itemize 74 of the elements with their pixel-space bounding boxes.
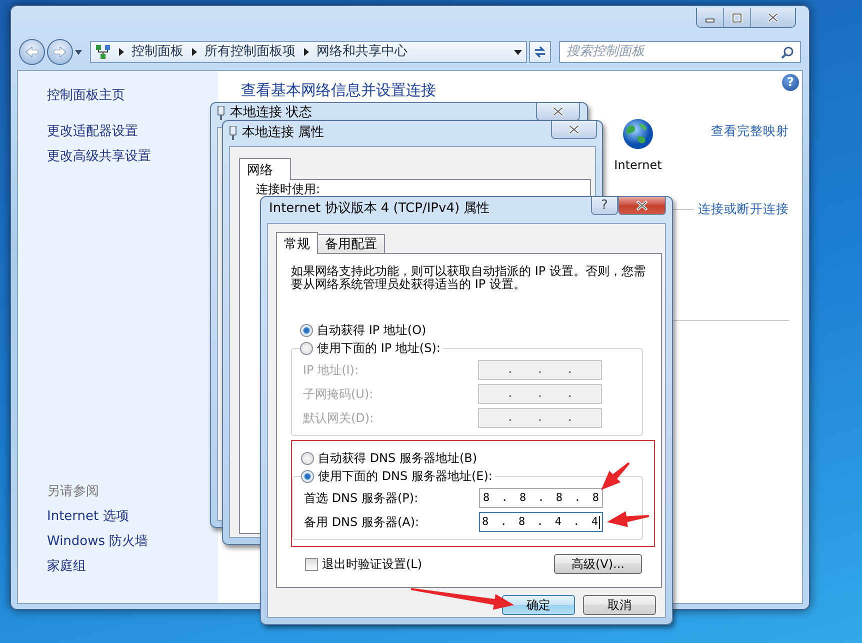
caret-icon	[74, 50, 82, 54]
field-label: IP 地址(I):	[303, 362, 360, 379]
forward-button[interactable]	[46, 39, 73, 65]
sidebar-link[interactable]: 更改适配器设置	[47, 122, 138, 142]
breadcrumb-item[interactable]: 网络和共享中心	[316, 42, 408, 62]
ip-address-field: . . .	[478, 384, 602, 404]
radio-option[interactable]: 使用下面的 DNS 服务器地址(E):	[301, 467, 496, 485]
close-button[interactable]	[751, 8, 795, 27]
ip-address-field[interactable]: 8 . 8 . 8 . 8	[479, 488, 603, 508]
refresh-icon	[533, 45, 548, 59]
cancel-button[interactable]: 取消	[583, 595, 656, 615]
search-icon	[781, 46, 794, 58]
sidebar-link[interactable]: 家庭组	[47, 557, 86, 577]
annotation-arrow	[607, 511, 650, 528]
field-label: 备用 DNS 服务器(A):	[304, 514, 420, 531]
chevron-icon	[304, 48, 309, 56]
close-button[interactable]	[618, 197, 666, 215]
back-button[interactable]	[19, 39, 45, 65]
search-input[interactable]: 搜索控制面板	[566, 42, 782, 62]
maximize-button[interactable]	[724, 8, 751, 27]
globe-icon	[622, 118, 654, 150]
adapter-icon	[229, 126, 237, 140]
close-button[interactable]	[536, 103, 580, 121]
ok-button[interactable]: 确定	[502, 595, 575, 615]
window-title: 本地连接 状态	[230, 104, 312, 122]
breadcrumb-item[interactable]: 控制面板	[132, 42, 184, 62]
help-button[interactable]: ?	[591, 197, 618, 215]
connect-link[interactable]: 连接或断开连接	[698, 200, 789, 219]
close-icon	[551, 105, 565, 118]
field-label: 首选 DNS 服务器(P):	[304, 490, 420, 507]
chevron-icon	[192, 48, 197, 56]
back-arrow-icon	[24, 46, 39, 58]
text-cursor	[599, 516, 600, 528]
network-icon	[94, 44, 111, 60]
sidebar-link[interactable]: 更改高级共享设置	[47, 147, 151, 167]
tab[interactable]: 备用配置	[317, 234, 385, 253]
checkbox[interactable]: 退出时验证设置(L)	[305, 555, 422, 573]
sidebar-link[interactable]: 控制面板主页	[47, 86, 125, 106]
node-label: Internet	[614, 157, 662, 174]
close-icon	[766, 11, 780, 24]
ip-address-field: . . .	[478, 408, 602, 428]
close-icon	[635, 199, 649, 212]
sidebar-link[interactable]: Windows 防火墙	[47, 532, 148, 552]
page-heading: 查看基本网络信息并设置连接	[241, 81, 436, 99]
field-label: 子网掩码(U):	[303, 386, 374, 403]
annotation-arrow	[601, 462, 630, 490]
map-link[interactable]: 查看完整映射	[711, 122, 789, 141]
maximize-icon	[731, 12, 743, 22]
sidebar-link[interactable]: Internet 选项	[47, 507, 129, 527]
field-label: 连接时使用:	[256, 183, 322, 196]
section-label: 另请参阅	[47, 483, 99, 501]
radio-option[interactable]: 使用下面的 IP 地址(S):	[300, 339, 444, 357]
close-button[interactable]	[551, 121, 597, 139]
intro-text: 如果网络支持此功能，则可以获取自动指派的 IP 设置。否则，您需要从网络系统管理员处获得适当的 IP 设置。	[291, 265, 646, 291]
dropdown-icon	[514, 50, 522, 54]
refresh-button[interactable]	[529, 41, 552, 63]
radio-option[interactable]: 自动获得 IP 地址(O)	[300, 321, 649, 339]
address-bar[interactable]: 控制面板 所有控制面板项 网络和共享中心	[90, 41, 528, 63]
chevron-icon	[118, 48, 124, 56]
tab[interactable]: 网络	[239, 158, 291, 180]
forward-arrow-icon	[52, 46, 67, 58]
advanced-button[interactable]: 高级(V)...	[554, 554, 642, 574]
minimize-button[interactable]	[697, 8, 724, 27]
radio-option[interactable]: 自动获得 DNS 服务器地址(B)	[301, 449, 654, 467]
window-title: 本地连接 属性	[242, 124, 324, 142]
ip-address-field[interactable]: 8 . 8 . 4 . 4	[479, 512, 603, 532]
close-icon	[567, 123, 581, 136]
window-title: Internet 协议版本 4 (TCP/IPv4) 属性	[269, 200, 490, 218]
search-field[interactable]: 搜索控制面板	[559, 41, 802, 63]
ip-address-field: . . .	[478, 360, 602, 380]
tab[interactable]: 常规	[276, 232, 318, 254]
adapter-icon	[217, 106, 225, 120]
field-label: 默认网关(D):	[303, 410, 375, 427]
breadcrumb-item[interactable]: 所有控制面板项	[204, 42, 296, 62]
